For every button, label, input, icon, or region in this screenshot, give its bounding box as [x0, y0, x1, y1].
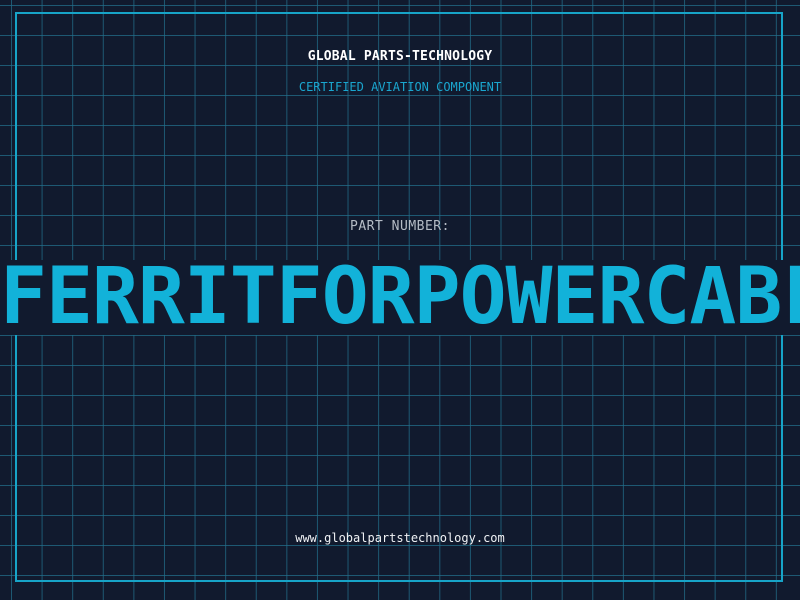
website-url: www.globalpartstechnology.com — [295, 531, 505, 545]
certification-subtitle: CERTIFIED AVIATION COMPONENT — [298, 80, 502, 94]
certificate-card: GLOBAL PARTS-TECHNOLOGY CERTIFIED AVIATI… — [0, 0, 800, 600]
part-number-label: PART NUMBER: — [350, 219, 450, 234]
part-number-band: FERRITFORPOWERCABLE — [0, 260, 800, 335]
company-name: GLOBAL PARTS-TECHNOLOGY — [307, 49, 493, 64]
part-number-value: FERRITFORPOWERCABLE — [0, 260, 800, 335]
